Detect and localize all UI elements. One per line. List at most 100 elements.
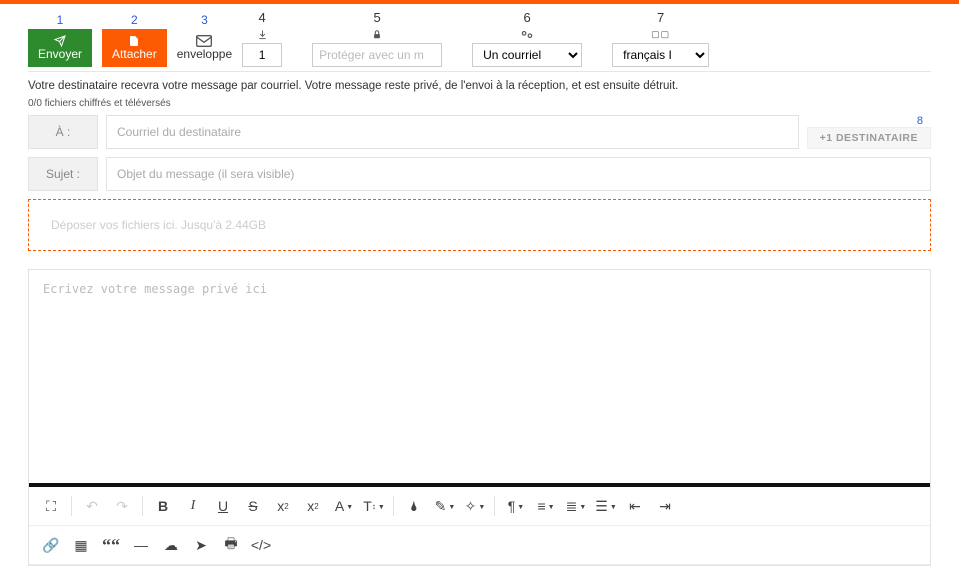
to-label: À : bbox=[28, 115, 98, 149]
background-color-button[interactable]: 🌢 bbox=[400, 493, 428, 519]
attach-label: Attacher bbox=[112, 47, 157, 61]
lang-select[interactable]: français I bbox=[612, 43, 709, 67]
subject-label: Sujet : bbox=[28, 157, 98, 191]
divider bbox=[393, 496, 394, 516]
gears-icon bbox=[520, 27, 534, 41]
underline-button[interactable]: U bbox=[209, 493, 237, 519]
link-button[interactable]: 🔗 bbox=[37, 532, 65, 558]
outdent-icon: ⇤ bbox=[629, 498, 641, 515]
paper-plane-icon bbox=[53, 35, 67, 47]
send-button[interactable]: Envoyer bbox=[28, 29, 92, 67]
align-button[interactable]: ≡▼ bbox=[531, 493, 559, 519]
code-button[interactable]: </> bbox=[247, 532, 275, 558]
print-icon: 🖶 bbox=[224, 533, 237, 557]
to-input[interactable] bbox=[106, 115, 799, 149]
attach-button[interactable]: Attacher bbox=[102, 29, 167, 67]
tool-password: 5 bbox=[312, 10, 442, 67]
password-input[interactable] bbox=[312, 43, 442, 67]
tool-num-1: 1 bbox=[57, 13, 64, 27]
copies-input[interactable] bbox=[242, 43, 282, 67]
marker-icon: ✎ bbox=[435, 498, 447, 515]
ul-icon: ☰ bbox=[595, 498, 608, 515]
table-icon: ▦ bbox=[74, 537, 87, 554]
compose-container: 1 Envoyer 2 Attacher 3 bbox=[0, 4, 959, 566]
unordered-list-button[interactable]: ☰▼ bbox=[591, 493, 619, 519]
eraser-icon: ✧ bbox=[465, 498, 477, 515]
tool-num-8: 8 bbox=[917, 115, 923, 127]
redo-button[interactable]: ↷ bbox=[108, 493, 136, 519]
tool-num-2: 2 bbox=[131, 13, 138, 27]
chevron-down-icon: ▼ bbox=[517, 504, 524, 511]
eraser-button[interactable]: ✧▼ bbox=[460, 493, 488, 519]
editor-wrap: ⛶ ↶ ↷ B I U S x2 x2 A▼ T↕▼ 🌢 ✎▼ ✧▼ ¶▼ ≡▼… bbox=[28, 269, 931, 566]
envelope-icon bbox=[196, 35, 212, 47]
add-recipient-label: +1 DESTINATAIRE bbox=[820, 132, 918, 144]
print-button[interactable]: 🖶 bbox=[217, 532, 245, 558]
bold-button[interactable]: B bbox=[149, 493, 177, 519]
tool-num-6: 6 bbox=[524, 10, 531, 25]
quote-button[interactable]: ““ bbox=[97, 532, 125, 558]
envelope-link[interactable]: enveloppe bbox=[177, 29, 232, 67]
undo-button[interactable]: ↶ bbox=[78, 493, 106, 519]
table-button[interactable]: ▦ bbox=[67, 532, 95, 558]
ol-icon: ≣ bbox=[566, 498, 578, 515]
download-icon bbox=[257, 27, 268, 41]
upload-icon: ☁ bbox=[164, 537, 178, 554]
tool-attach: 2 Attacher bbox=[102, 13, 167, 67]
drop-icon: 🌢 bbox=[410, 498, 418, 515]
tool-num-4: 4 bbox=[259, 10, 266, 25]
tool-copies: 4 bbox=[242, 10, 282, 67]
file-dropzone[interactable]: Déposer vos fichiers ici. Jusqu'à 2.44GB bbox=[28, 199, 931, 251]
toolbar: 1 Envoyer 2 Attacher 3 bbox=[28, 10, 931, 72]
italic-button[interactable]: I bbox=[179, 493, 207, 519]
divider bbox=[71, 496, 72, 516]
file-icon bbox=[128, 35, 140, 47]
type-select[interactable]: Un courriel bbox=[472, 43, 582, 67]
subscript-button[interactable]: x2 bbox=[269, 493, 297, 519]
tool-lang: 7 ▢▢ français I bbox=[612, 10, 709, 67]
tool-num-3: 3 bbox=[201, 13, 208, 27]
divider bbox=[494, 496, 495, 516]
dropzone-text: Déposer vos fichiers ici. Jusqu'à 2.44GB bbox=[51, 218, 266, 232]
ordered-list-button[interactable]: ≣▼ bbox=[561, 493, 589, 519]
link-icon: 🔗 bbox=[42, 537, 59, 554]
subject-row: Sujet : bbox=[28, 157, 931, 191]
to-row: À : 8 +1 DESTINATAIRE bbox=[28, 115, 931, 149]
chevron-down-icon: ▼ bbox=[579, 504, 586, 511]
superscript-button[interactable]: x2 bbox=[299, 493, 327, 519]
language-icon: ▢▢ bbox=[651, 27, 670, 41]
tool-num-7: 7 bbox=[657, 10, 664, 25]
strike-button[interactable]: S bbox=[239, 493, 267, 519]
file-count-text: 0/0 fichiers chiffrés et téléversés bbox=[28, 94, 931, 115]
text-color-button[interactable]: A▼ bbox=[329, 493, 357, 519]
align-left-icon: ≡ bbox=[537, 498, 545, 514]
undo-icon: ↶ bbox=[86, 498, 98, 515]
lock-icon bbox=[372, 27, 382, 41]
font-size-button[interactable]: T↕▼ bbox=[359, 493, 387, 519]
select-button[interactable]: ➤ bbox=[187, 532, 215, 558]
message-editor[interactable] bbox=[29, 270, 930, 480]
divider bbox=[142, 496, 143, 516]
outdent-button[interactable]: ⇤ bbox=[621, 493, 649, 519]
minus-icon: — bbox=[134, 537, 148, 553]
send-label: Envoyer bbox=[38, 47, 82, 61]
indent-button[interactable]: ⇥ bbox=[651, 493, 679, 519]
fullscreen-button[interactable]: ⛶ bbox=[37, 493, 65, 519]
upload-button[interactable]: ☁ bbox=[157, 532, 185, 558]
chevron-down-icon: ▼ bbox=[378, 504, 385, 511]
editor-toolbar-row2: 🔗 ▦ ““ — ☁ ➤ 🖶 </> bbox=[29, 526, 930, 565]
add-recipient-button[interactable]: +1 DESTINATAIRE bbox=[807, 127, 931, 149]
subject-input[interactable] bbox=[106, 157, 931, 191]
description-text: Votre destinataire recevra votre message… bbox=[28, 72, 931, 94]
paragraph-button[interactable]: ¶▼ bbox=[501, 493, 529, 519]
editor-toolbar-row1: ⛶ ↶ ↷ B I U S x2 x2 A▼ T↕▼ 🌢 ✎▼ ✧▼ ¶▼ ≡▼… bbox=[29, 487, 930, 526]
chevron-down-icon: ▼ bbox=[346, 504, 353, 511]
tool-num-5: 5 bbox=[374, 10, 381, 25]
hr-button[interactable]: — bbox=[127, 532, 155, 558]
chevron-down-icon: ▼ bbox=[548, 504, 555, 511]
highlight-button[interactable]: ✎▼ bbox=[430, 493, 458, 519]
tool-envelope: 3 enveloppe bbox=[177, 13, 232, 67]
envelope-label: enveloppe bbox=[177, 47, 232, 61]
chevron-down-icon: ▼ bbox=[448, 504, 455, 511]
code-icon: </> bbox=[251, 537, 271, 553]
